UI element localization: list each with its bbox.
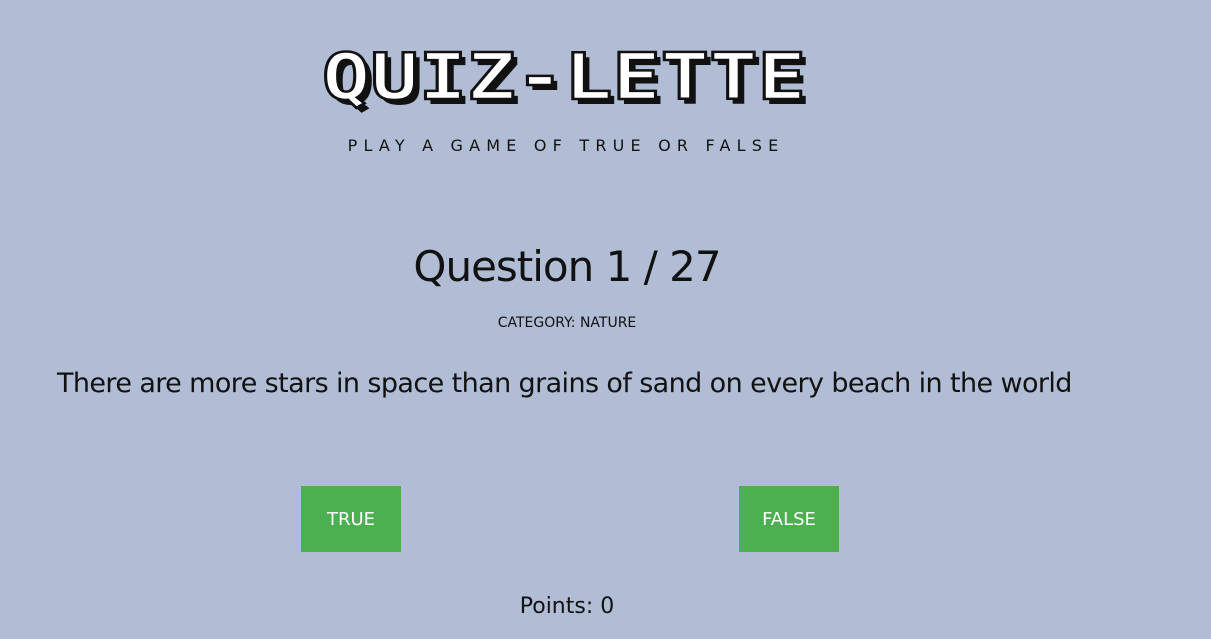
true-button[interactable]: TRUE bbox=[301, 486, 401, 552]
question-text: There are more stars in space than grain… bbox=[57, 368, 1072, 399]
category-label: CATEGORY: NATURE bbox=[497, 315, 637, 331]
false-button[interactable]: FALSE bbox=[739, 486, 839, 552]
subtitle: PLAY A GAME OF TRUE OR FALSE bbox=[347, 136, 785, 155]
logo-text: QUIZ-LETTE bbox=[322, 46, 806, 114]
points-display: Points: 0 bbox=[519, 594, 615, 619]
logo-graphic: QUIZ-LETTE QUIZ-LETTE bbox=[322, 46, 811, 114]
quiz-lette-logo: QUIZ-LETTE QUIZ-LETTE bbox=[322, 46, 816, 114]
question-counter: Question 1 / 27 bbox=[413, 242, 721, 291]
